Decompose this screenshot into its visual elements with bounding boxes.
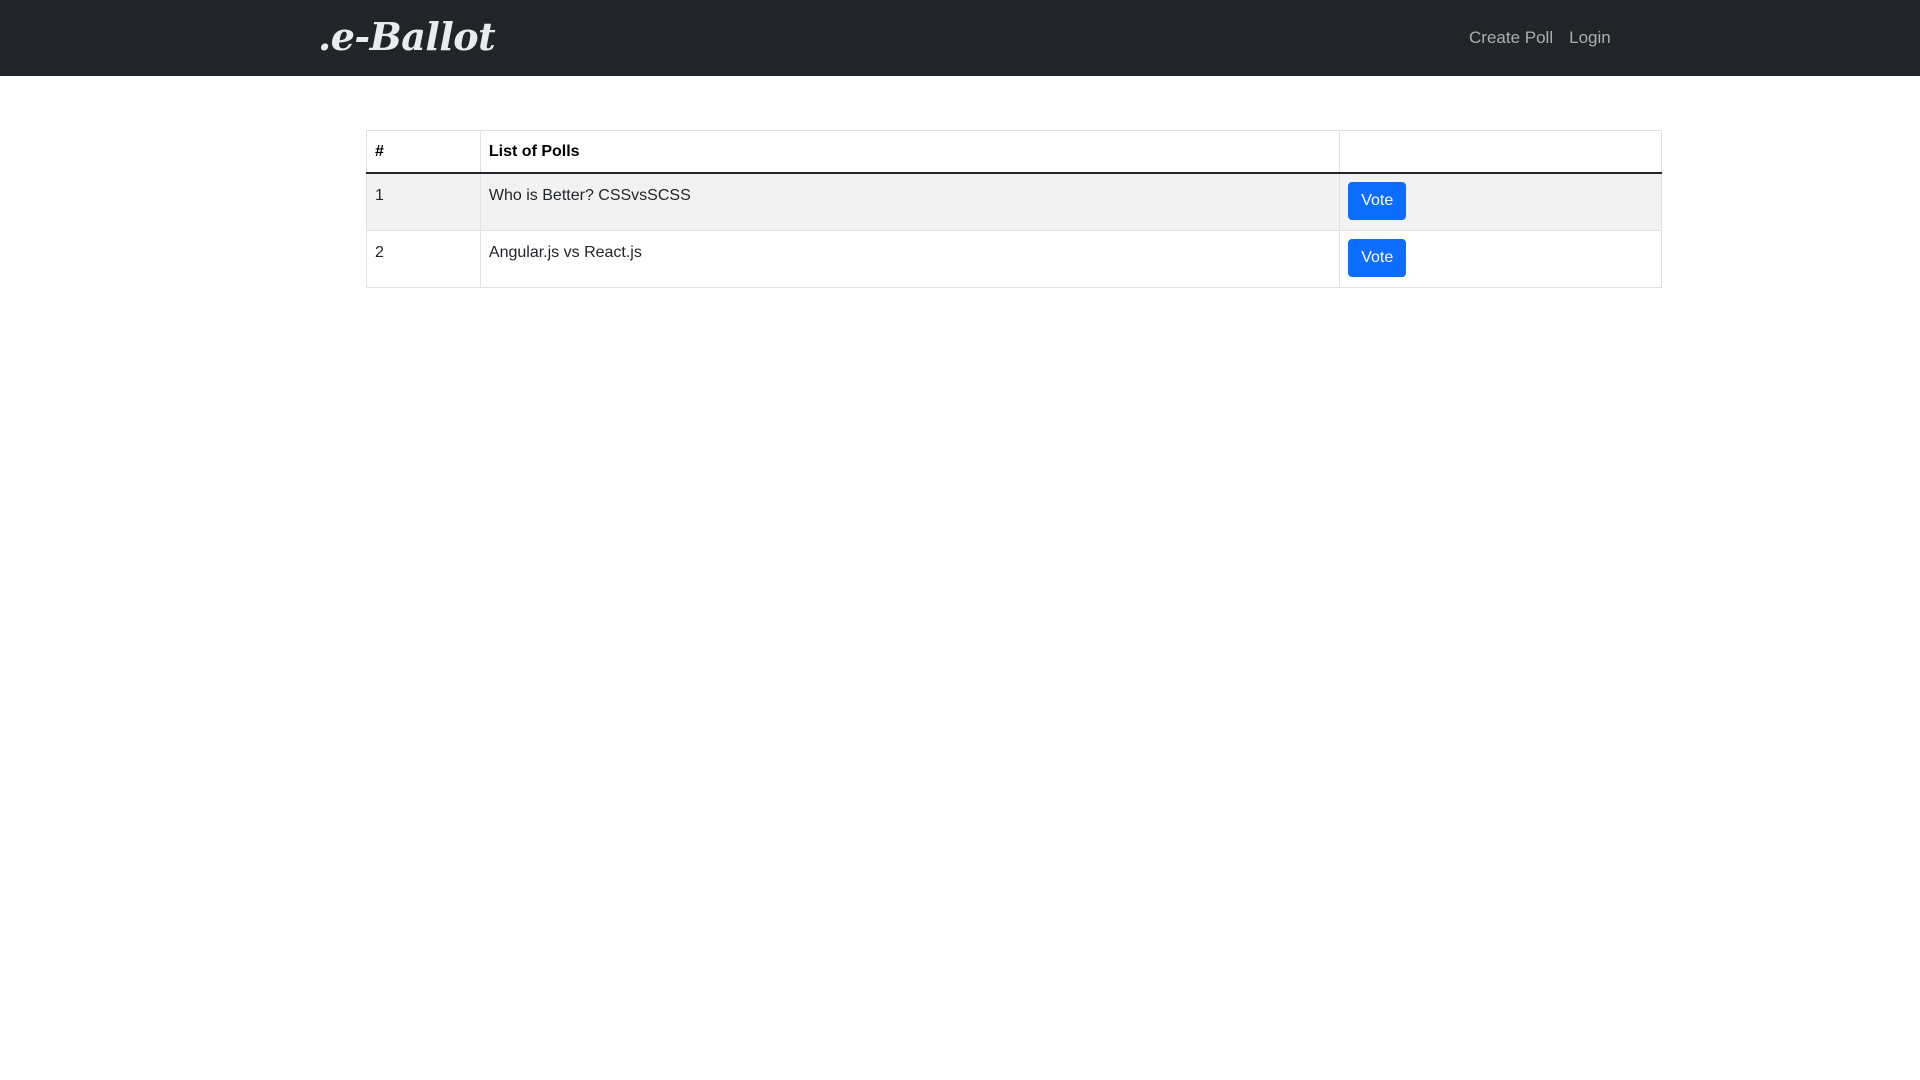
top-navbar: .e-Ballot Create Poll Login xyxy=(0,0,1920,76)
nav-link-login[interactable]: Login xyxy=(1569,28,1611,48)
table-row: 1 Who is Better? CSSvsSCSS Vote xyxy=(366,172,1662,231)
poll-action-cell: Vote xyxy=(1339,229,1662,288)
header-list-of-polls: List of Polls xyxy=(479,130,1341,174)
vote-button[interactable]: Vote xyxy=(1348,181,1407,220)
polls-table: # List of Polls 1 Who is Better? CSSvsSC… xyxy=(366,130,1662,288)
poll-number: 2 xyxy=(366,229,481,288)
brand-logo[interactable]: .e-Ballot xyxy=(318,14,496,59)
polls-table-container: # List of Polls 1 Who is Better? CSSvsSC… xyxy=(366,130,1662,288)
vote-button[interactable]: Vote xyxy=(1348,238,1407,277)
table-header-row: # List of Polls xyxy=(366,130,1662,174)
poll-title: Angular.js vs React.js xyxy=(479,229,1341,288)
table-row: 2 Angular.js vs React.js Vote xyxy=(366,229,1662,288)
header-action xyxy=(1339,130,1662,174)
nav-links: Create Poll Login xyxy=(1469,28,1611,48)
header-number: # xyxy=(366,130,481,174)
poll-number: 1 xyxy=(366,172,481,231)
poll-action-cell: Vote xyxy=(1339,172,1662,231)
poll-title: Who is Better? CSSvsSCSS xyxy=(479,172,1341,231)
nav-link-create-poll[interactable]: Create Poll xyxy=(1469,28,1553,48)
